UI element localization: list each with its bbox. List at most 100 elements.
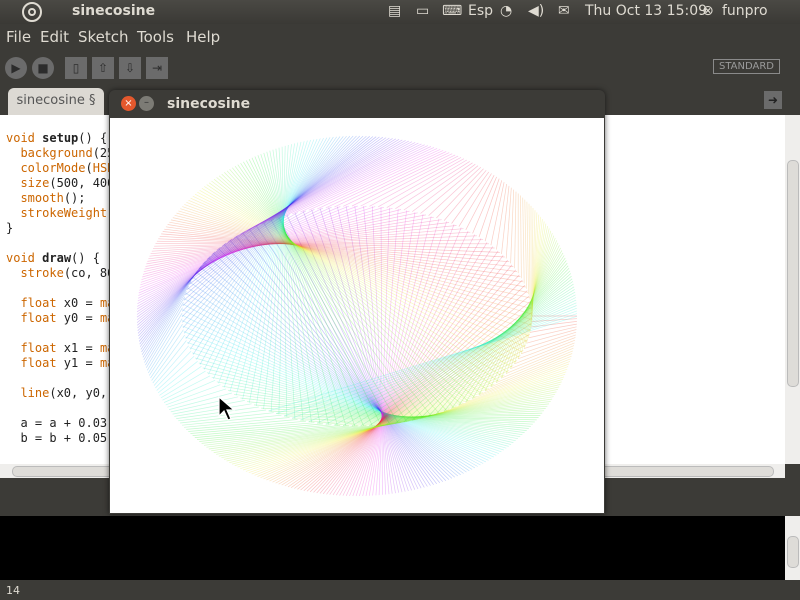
drawn-line bbox=[510, 189, 515, 264]
drawn-line bbox=[276, 145, 428, 219]
code-line: } bbox=[6, 221, 14, 235]
drawn-line bbox=[151, 334, 185, 381]
sketch-window-title: sinecosine bbox=[167, 96, 251, 112]
open-button[interactable]: ⇧ bbox=[92, 57, 114, 79]
menu-help[interactable]: Help bbox=[186, 28, 220, 46]
drawn-line bbox=[216, 139, 400, 251]
code-line: a = a + 0.03; bbox=[6, 416, 115, 430]
close-icon[interactable]: × bbox=[121, 96, 136, 111]
new-button[interactable]: ▯ bbox=[65, 57, 87, 79]
active-app-title: sinecosine bbox=[72, 3, 156, 19]
sketch-titlebar[interactable]: × – sinecosine bbox=[109, 90, 605, 118]
code-line: void setup() { bbox=[6, 131, 108, 145]
console[interactable] bbox=[0, 516, 785, 580]
drawn-line bbox=[157, 361, 198, 394]
scroll-thumb[interactable] bbox=[787, 160, 799, 387]
code-line: float x0 = ma bbox=[20, 296, 115, 310]
drawn-line bbox=[526, 201, 529, 295]
sketch-window[interactable]: × – sinecosine bbox=[109, 90, 605, 514]
new-file-icon: ▯ bbox=[72, 61, 80, 75]
line-number: 14 bbox=[6, 584, 20, 597]
menu-sketch[interactable]: Sketch bbox=[78, 28, 129, 46]
sketch-canvas[interactable] bbox=[110, 118, 604, 513]
code-line: void draw() { bbox=[6, 251, 100, 265]
session-icon[interactable]: ⊗ bbox=[702, 3, 714, 19]
monitor-icon[interactable]: ▭ bbox=[416, 3, 429, 19]
run-button[interactable]: ▶ bbox=[5, 57, 27, 79]
scroll-thumb[interactable] bbox=[787, 536, 799, 568]
code-line: b = b + 0.05; bbox=[6, 431, 115, 445]
drawn-line bbox=[184, 417, 290, 428]
code-line: colorMode(HSB bbox=[20, 161, 115, 175]
code-line: float y0 = ma bbox=[20, 311, 115, 325]
minimize-icon[interactable]: – bbox=[139, 96, 154, 111]
calendar-icon[interactable]: ▤ bbox=[388, 3, 401, 19]
drawn-line bbox=[478, 178, 500, 238]
drawn-line bbox=[501, 185, 510, 254]
drawn-line bbox=[378, 207, 390, 496]
user-name[interactable]: funpro bbox=[722, 3, 768, 19]
mail-icon[interactable]: ✉ bbox=[558, 3, 570, 19]
drawn-line bbox=[223, 139, 311, 388]
menu-edit[interactable]: Edit bbox=[40, 28, 69, 46]
code-line: stroke(co, 80 bbox=[20, 266, 115, 280]
export-button[interactable]: ⇥ bbox=[146, 57, 168, 79]
status-bar: 14 bbox=[0, 580, 800, 600]
console-scrollbar[interactable] bbox=[785, 516, 800, 580]
ubuntu-logo-icon[interactable] bbox=[22, 2, 42, 22]
stop-button[interactable]: ■ bbox=[32, 57, 54, 79]
play-icon: ▶ bbox=[11, 61, 21, 75]
mouse-cursor-icon bbox=[218, 396, 236, 421]
clock[interactable]: Thu Oct 13 15:09 bbox=[585, 3, 707, 19]
menu-tools[interactable]: Tools bbox=[137, 28, 174, 46]
download-icon: ⇩ bbox=[124, 61, 136, 75]
code-line: float x1 = ma bbox=[20, 341, 115, 355]
mode-button[interactable]: STANDARD bbox=[712, 59, 780, 74]
top-panel: sinecosine ▤ ▭ ⌨ Esp ◔ ◀) ✉ Thu Oct 13 1… bbox=[0, 0, 800, 24]
drawn-line bbox=[420, 165, 479, 214]
drawn-line bbox=[380, 206, 383, 495]
drawn-line bbox=[316, 269, 517, 494]
sinecosine-drawing bbox=[136, 135, 578, 497]
drawn-line bbox=[145, 302, 184, 366]
drawn-line bbox=[520, 195, 522, 279]
code-line: strokeWeight( bbox=[20, 206, 114, 220]
keyboard-layout[interactable]: Esp bbox=[468, 3, 493, 19]
drawn-line bbox=[174, 403, 252, 417]
drawn-line bbox=[451, 171, 490, 224]
code-line: line(x0, y0, bbox=[20, 386, 108, 400]
drawn-line bbox=[165, 384, 221, 406]
code-line: smooth(); bbox=[20, 191, 86, 205]
tab-menu-arrow-icon[interactable]: ➜ bbox=[764, 91, 782, 109]
drawn-line bbox=[395, 161, 470, 209]
keyboard-icon[interactable]: ⌨ bbox=[442, 3, 462, 19]
drawn-line bbox=[531, 321, 577, 328]
code-line: float y1 = ma bbox=[20, 356, 115, 370]
drawn-line bbox=[524, 199, 527, 289]
toolbar: ▶ ■ ▯ ⇧ ⇩ ⇥ bbox=[0, 51, 800, 85]
tab-sinecosine[interactable]: sinecosine § bbox=[8, 88, 104, 115]
upload-icon: ⇧ bbox=[97, 61, 109, 75]
stop-icon: ■ bbox=[37, 61, 49, 75]
drawn-line bbox=[465, 175, 495, 231]
code-line: background(25 bbox=[20, 146, 115, 160]
volume-icon[interactable]: ◀) bbox=[528, 3, 544, 19]
editor-vertical-scrollbar[interactable] bbox=[785, 115, 800, 464]
code-text[interactable]: void setup() { background(25 colorMode(H… bbox=[6, 131, 114, 446]
code-line: size(500, 400 bbox=[20, 176, 115, 190]
drawn-line bbox=[528, 203, 531, 300]
export-icon: ⇥ bbox=[151, 61, 163, 75]
menubar: File Edit Sketch Tools Help bbox=[0, 24, 800, 51]
drawn-line bbox=[514, 191, 517, 269]
drawn-line bbox=[505, 187, 512, 259]
save-button[interactable]: ⇩ bbox=[119, 57, 141, 79]
drawn-line bbox=[186, 201, 530, 337]
wifi-icon[interactable]: ◔ bbox=[500, 3, 512, 19]
menu-file[interactable]: File bbox=[6, 28, 31, 46]
drawn-line bbox=[522, 197, 525, 284]
